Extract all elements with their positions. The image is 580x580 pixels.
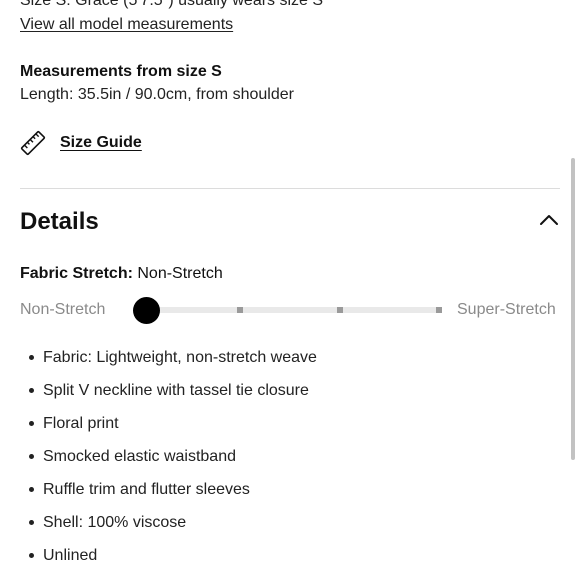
list-item: Fabric: Lightweight, non-stretch weave [20,346,317,379]
stretch-scale-track [146,307,442,313]
size-guide-button[interactable]: Size Guide [20,130,142,156]
section-divider [20,188,560,189]
list-item: Shell: 100% viscose [20,511,317,544]
list-item: Split V neckline with tassel tie closure [20,379,317,412]
list-item: Ruffle trim and flutter sleeves [20,478,317,511]
size-guide-label[interactable]: Size Guide [60,134,142,152]
fabric-stretch-value: Non-Stretch [137,265,223,282]
stretch-scale-tick [337,307,343,313]
details-heading: Details [20,208,99,235]
details-bullet-list: Fabric: Lightweight, non-stretch weave S… [20,346,317,577]
stretch-scale-tick [237,307,243,313]
stretch-scale-min-label: Non-Stretch [20,301,106,318]
chevron-up-icon[interactable] [538,212,560,233]
stretch-scale-indicator [132,297,160,324]
model-size-text: Size S: Grace (5'7.5") usually wears siz… [20,0,324,9]
scrollbar[interactable] [571,158,575,460]
fabric-stretch-key: Fabric Stretch: [20,265,133,282]
ruler-icon [20,130,46,156]
list-item: Unlined [20,544,317,577]
fabric-stretch-label: Fabric Stretch: Non-Stretch [20,265,223,283]
stretch-scale-tick [436,307,442,313]
measurements-title: Measurements from size S [20,63,222,80]
measurements-length: Length: 35.5in / 90.0cm, from shoulder [20,86,294,103]
list-item: Smocked elastic waistband [20,445,317,478]
stretch-scale-max-label: Super-Stretch [457,301,556,318]
view-model-measurements-link[interactable]: View all model measurements [20,16,233,34]
list-item: Floral print [20,412,317,445]
